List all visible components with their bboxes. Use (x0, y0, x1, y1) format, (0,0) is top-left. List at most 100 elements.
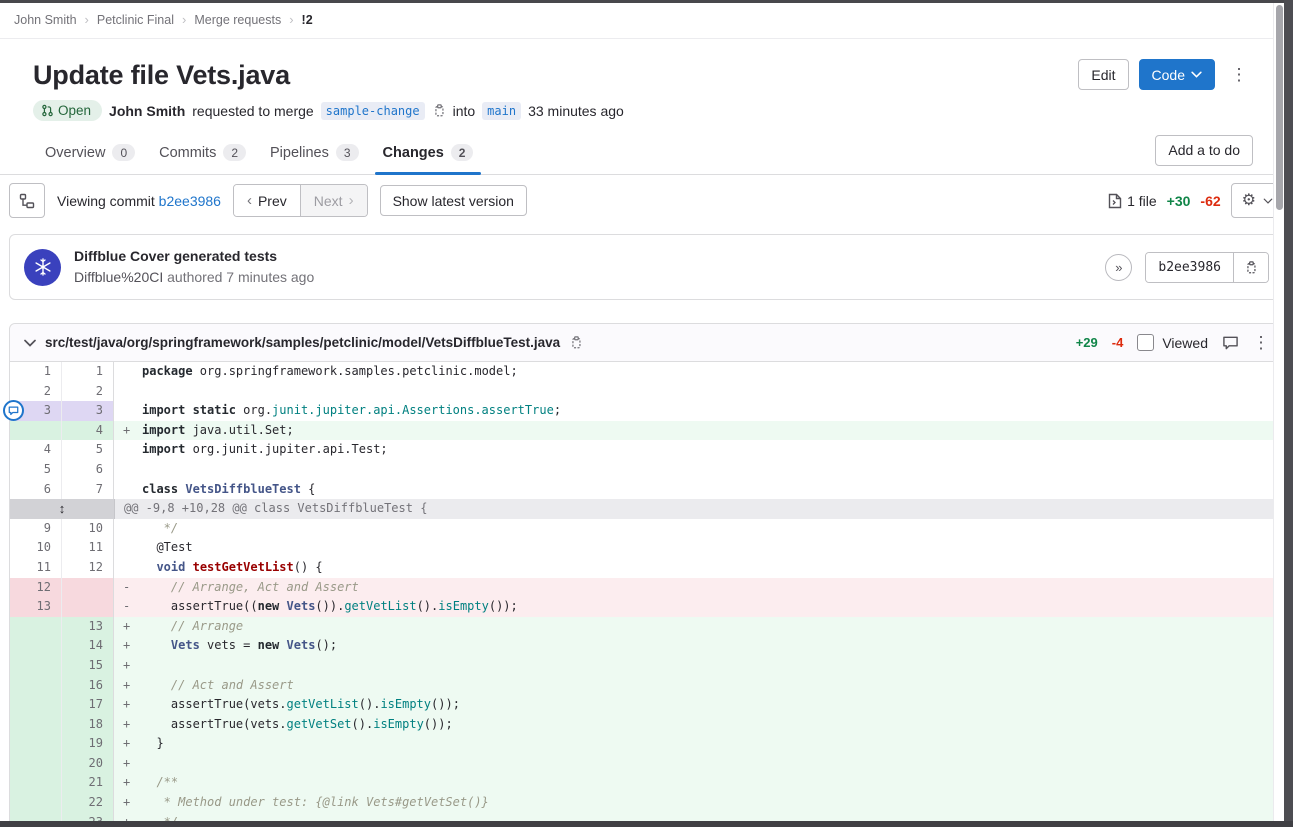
old-line-number[interactable]: 4 (10, 440, 62, 460)
new-line-number[interactable]: 13 (62, 617, 114, 637)
edit-button[interactable]: Edit (1078, 59, 1128, 90)
new-line-number[interactable]: 20 (62, 754, 114, 774)
diff-sign (114, 401, 140, 421)
new-line-number[interactable]: 10 (62, 519, 114, 539)
next-commit-button[interactable]: Next › (300, 185, 367, 216)
new-line-number[interactable]: 12 (62, 558, 114, 578)
prev-commit-button[interactable]: ‹ Prev (234, 185, 300, 216)
old-line-number[interactable] (10, 793, 62, 813)
chevron-right-icon: › (182, 12, 186, 27)
code-line (140, 382, 1283, 402)
new-line-number[interactable]: 3 (62, 401, 114, 421)
diff-sign: - (114, 578, 140, 598)
old-line-number[interactable]: 2 (10, 382, 62, 402)
new-line-number[interactable] (62, 578, 114, 598)
collapse-chevron-icon[interactable] (24, 339, 36, 347)
breadcrumb-item-project[interactable]: Petclinic Final (97, 13, 174, 27)
old-line-number[interactable] (10, 676, 62, 696)
new-line-number[interactable]: 11 (62, 538, 114, 558)
code-line (140, 656, 1283, 676)
diff-row: 4+import java.util.Set; (10, 421, 1283, 441)
code-dropdown-button[interactable]: Code (1139, 59, 1215, 90)
diff-sign (114, 440, 140, 460)
new-line-number[interactable]: 21 (62, 773, 114, 793)
old-line-number[interactable]: 6 (10, 480, 62, 500)
old-line-number[interactable] (10, 421, 62, 441)
old-line-number[interactable] (10, 617, 62, 637)
old-line-number[interactable] (10, 715, 62, 735)
new-line-number[interactable]: 5 (62, 440, 114, 460)
old-line-number[interactable]: 1 (10, 362, 62, 382)
code-line: /** (140, 773, 1283, 793)
deletions-stat: -62 (1200, 193, 1220, 209)
expand-commit-details-button[interactable]: » (1105, 254, 1132, 281)
diff-sign: + (114, 695, 140, 715)
file-path[interactable]: src/test/java/org/springframework/sample… (45, 335, 560, 350)
new-line-number[interactable] (62, 597, 114, 617)
old-line-number[interactable]: 12 (10, 578, 62, 598)
new-line-number[interactable]: 16 (62, 676, 114, 696)
file-tree-toggle-button[interactable] (9, 183, 45, 218)
new-line-number[interactable]: 19 (62, 734, 114, 754)
new-line-number[interactable]: 14 (62, 636, 114, 656)
tab-commits[interactable]: Commits 2 (147, 134, 258, 174)
avatar[interactable] (24, 249, 61, 286)
comment-icon[interactable] (1222, 335, 1239, 351)
old-line-number[interactable]: 10 (10, 538, 62, 558)
mr-author[interactable]: John Smith (109, 103, 185, 119)
old-line-number[interactable]: 9 (10, 519, 62, 539)
breadcrumb-item-merge-requests[interactable]: Merge requests (194, 13, 281, 27)
target-branch-chip[interactable]: main (482, 102, 521, 120)
breadcrumb-item-user[interactable]: John Smith (14, 13, 77, 27)
new-line-number[interactable]: 2 (62, 382, 114, 402)
diff-row: 13+ // Arrange (10, 617, 1283, 637)
old-line-number[interactable] (10, 695, 62, 715)
new-line-number[interactable]: 7 (62, 480, 114, 500)
old-line-number[interactable] (10, 656, 62, 676)
viewed-toggle[interactable]: Viewed (1137, 334, 1208, 351)
commit-author[interactable]: Diffblue%20CI (74, 269, 163, 285)
old-line-number[interactable] (10, 636, 62, 656)
old-line-number[interactable] (10, 773, 62, 793)
add-todo-button[interactable]: Add a to do (1155, 135, 1253, 166)
show-latest-version-button[interactable]: Show latest version (380, 185, 527, 216)
diff-sign: + (114, 676, 140, 696)
diff-sign: + (114, 734, 140, 754)
scrollbar-thumb[interactable] (1276, 5, 1283, 210)
source-branch-chip[interactable]: sample-change (321, 102, 425, 120)
new-line-number[interactable]: 18 (62, 715, 114, 735)
files-count-label: 1 file (1127, 193, 1157, 209)
commit-title[interactable]: Diffblue Cover generated tests (74, 247, 314, 266)
old-line-number[interactable]: 5 (10, 460, 62, 480)
snowflake-icon (33, 257, 53, 277)
code-line: @Test (140, 538, 1283, 558)
viewing-commit-sha-link[interactable]: b2ee3986 (159, 193, 221, 209)
expand-lines-button[interactable]: ↕ (10, 499, 115, 519)
old-line-number[interactable]: 13 (10, 597, 62, 617)
new-line-number[interactable]: 22 (62, 793, 114, 813)
copy-sha-button[interactable] (1233, 253, 1268, 282)
file-options-kebab-icon[interactable]: ⋮ (1253, 333, 1269, 353)
diff-sign: + (114, 793, 140, 813)
new-line-number[interactable]: 4 (62, 421, 114, 441)
copy-branch-icon[interactable] (432, 103, 446, 118)
scrollbar-track[interactable] (1273, 3, 1284, 821)
copy-path-icon[interactable] (569, 335, 583, 350)
viewed-checkbox[interactable] (1137, 334, 1154, 351)
new-line-number[interactable]: 6 (62, 460, 114, 480)
tab-count-badge: 3 (336, 144, 359, 161)
diff-row: 15+ (10, 656, 1283, 676)
commit-nav-group: ‹ Prev Next › (233, 184, 368, 217)
code-line (140, 460, 1283, 480)
kebab-menu-icon[interactable]: ⋮ (1225, 59, 1253, 90)
old-line-number[interactable] (10, 734, 62, 754)
old-line-number[interactable]: 11 (10, 558, 62, 578)
tab-pipelines[interactable]: Pipelines 3 (258, 134, 371, 174)
new-line-number[interactable]: 1 (62, 362, 114, 382)
code-line: assertTrue(vets.getVetList().isEmpty()); (140, 695, 1283, 715)
new-line-number[interactable]: 17 (62, 695, 114, 715)
tab-overview[interactable]: Overview 0 (33, 134, 147, 174)
new-line-number[interactable]: 15 (62, 656, 114, 676)
tab-changes[interactable]: Changes 2 (371, 134, 486, 174)
old-line-number[interactable] (10, 754, 62, 774)
